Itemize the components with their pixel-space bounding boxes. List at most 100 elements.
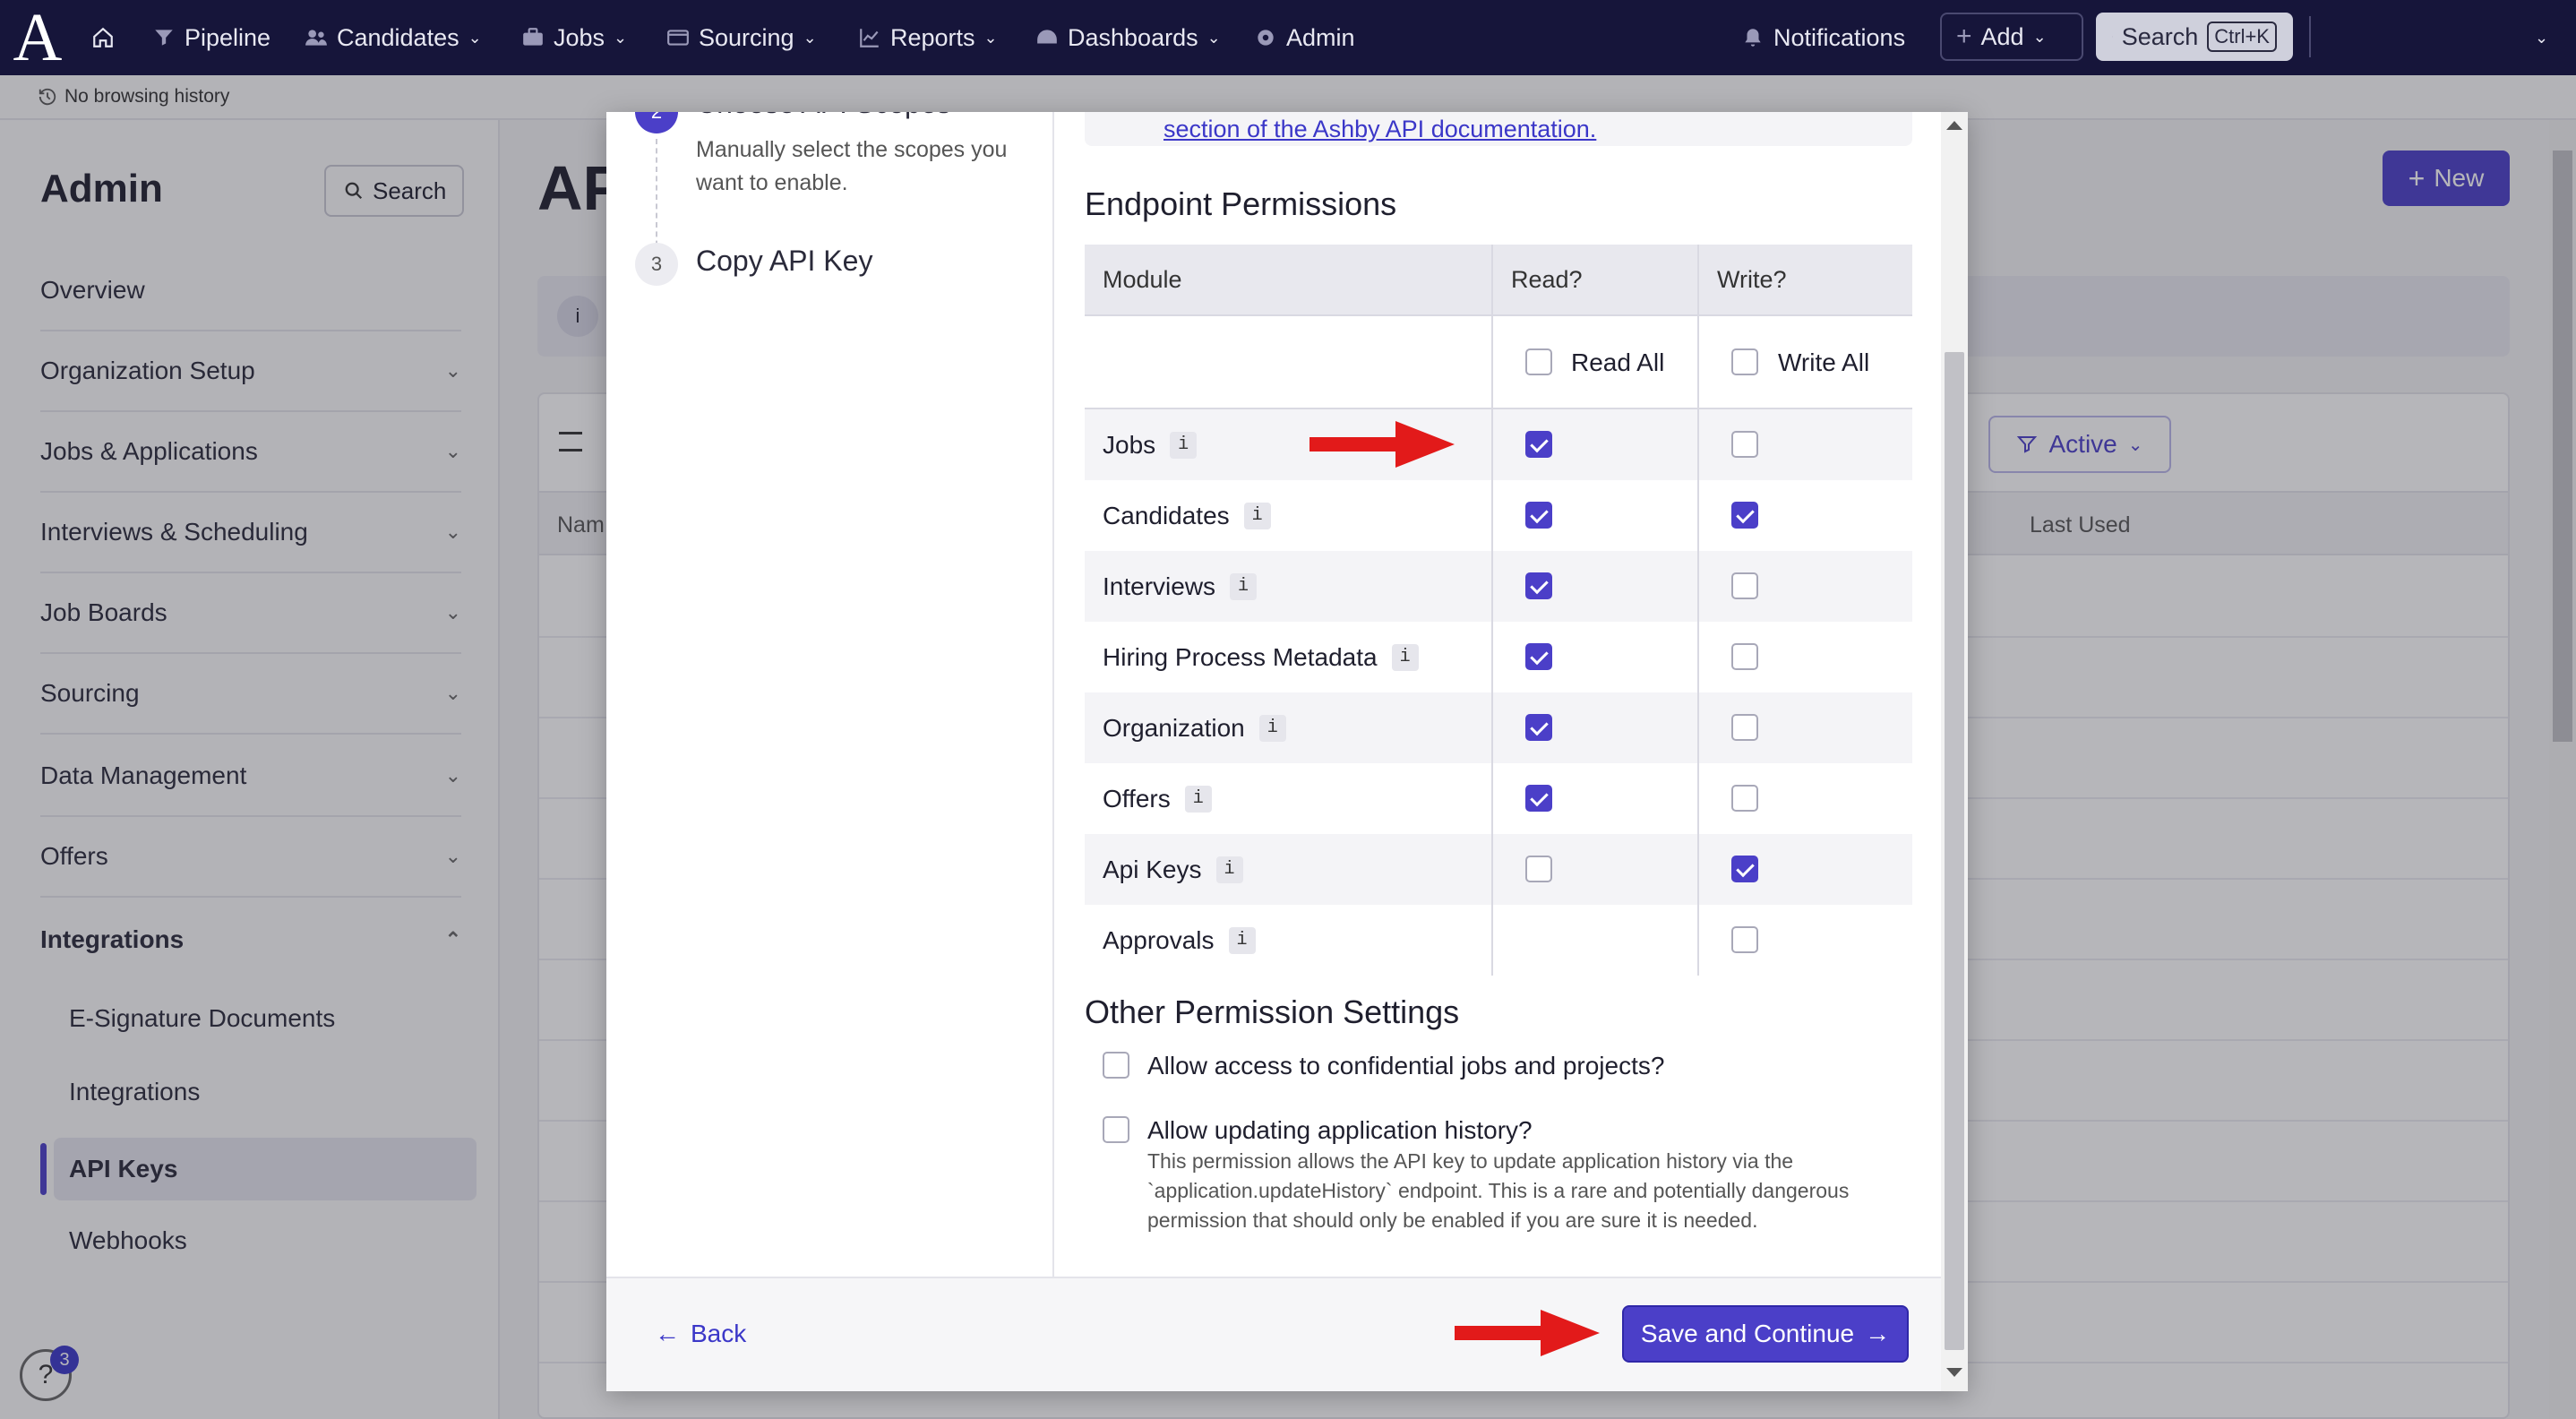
notifications-label: Notifications xyxy=(1773,23,1906,51)
back-button[interactable]: ← Back xyxy=(655,1320,746,1348)
column-divider xyxy=(1491,316,1493,408)
info-icon[interactable]: i xyxy=(1228,926,1256,954)
column-divider xyxy=(1697,692,1699,763)
permission-row-approvals: Approvals i xyxy=(1085,905,1912,976)
home-icon[interactable] xyxy=(91,20,115,56)
profile-menu-toggle[interactable]: ⌄ xyxy=(2535,20,2548,56)
bell-icon xyxy=(1745,29,1761,47)
modal-footer: ← Back Save and Continue → xyxy=(606,1277,1941,1391)
notifications-button[interactable]: Notifications xyxy=(1741,20,1905,56)
permission-row-organization: Organization i xyxy=(1085,692,1912,763)
permissions-table-header: Module Read? Write? xyxy=(1085,245,1912,316)
read-all-label: Read All xyxy=(1571,348,1665,376)
other-permissions-title: Other Permission Settings xyxy=(1085,993,1460,1030)
column-divider xyxy=(1491,834,1493,905)
read-checkbox[interactable] xyxy=(1525,856,1552,882)
save-and-continue-button[interactable]: Save and Continue → xyxy=(1622,1305,1909,1363)
write-checkbox[interactable] xyxy=(1731,785,1758,812)
add-button[interactable]: + Add ⌄ xyxy=(1940,13,2083,61)
nav-pipeline[interactable]: Pipeline xyxy=(152,20,270,56)
module-name: Api Keys xyxy=(1103,855,1202,883)
api-docs-link[interactable]: section of the Ashby API documentation. xyxy=(1163,116,1596,143)
column-divider xyxy=(1491,763,1493,834)
permission-row-offers: Offers i xyxy=(1085,763,1912,834)
module-cell: Organization i xyxy=(1103,692,1286,763)
module-name: Jobs xyxy=(1103,430,1156,459)
update-history-label: Allow updating application history? xyxy=(1147,1116,1533,1144)
info-icon[interactable]: i xyxy=(1170,431,1198,459)
permission-row-hiring-process-metadata: Hiring Process Metadata i xyxy=(1085,622,1912,692)
info-icon[interactable]: i xyxy=(1230,572,1258,600)
modal-scrollbar-thumb[interactable] xyxy=(1945,352,1964,1350)
arrow-left-icon: ← xyxy=(655,1320,680,1347)
confidential-access-label: Allow access to confidential jobs and pr… xyxy=(1147,1052,1665,1079)
info-icon[interactable]: i xyxy=(1215,856,1243,883)
gauge-icon xyxy=(1037,30,1057,44)
confidential-access-option[interactable]: Allow access to confidential jobs and pr… xyxy=(1103,1052,1664,1080)
read-checkbox[interactable] xyxy=(1525,714,1552,741)
write-checkbox[interactable] xyxy=(1731,572,1758,599)
nav-admin-label: Admin xyxy=(1286,23,1355,51)
read-checkbox[interactable] xyxy=(1525,502,1552,529)
nav-sourcing[interactable]: Sourcing ⌄ xyxy=(666,20,817,56)
nav-pipeline-label: Pipeline xyxy=(185,23,271,51)
nav-candidates[interactable]: Candidates ⌄ xyxy=(305,20,482,56)
nav-dashboards-label: Dashboards xyxy=(1068,23,1198,51)
nav-jobs[interactable]: Jobs ⌄ xyxy=(521,20,627,56)
read-checkbox[interactable] xyxy=(1525,572,1552,599)
module-name: Candidates xyxy=(1103,501,1230,529)
nav-reports-label: Reports xyxy=(890,23,975,51)
write-checkbox[interactable] xyxy=(1731,714,1758,741)
column-divider xyxy=(1491,409,1493,480)
column-divider xyxy=(1491,480,1493,551)
nav-dashboards[interactable]: Dashboards ⌄ xyxy=(1035,20,1221,56)
permission-row-api-keys: Api Keys i xyxy=(1085,834,1912,905)
write-checkbox[interactable] xyxy=(1731,643,1758,670)
write-column-header: Write? xyxy=(1717,266,1787,293)
module-column-header: Module xyxy=(1103,266,1182,293)
info-icon[interactable]: i xyxy=(1184,785,1212,813)
write-checkbox[interactable] xyxy=(1731,926,1758,953)
write-all-checkbox[interactable] xyxy=(1731,348,1758,375)
back-label: Back xyxy=(691,1320,747,1347)
column-divider xyxy=(1491,622,1493,692)
write-checkbox[interactable] xyxy=(1731,502,1758,529)
module-cell: Approvals i xyxy=(1103,905,1256,976)
scroll-up-arrow[interactable] xyxy=(1946,121,1962,130)
update-history-checkbox[interactable] xyxy=(1103,1116,1129,1143)
permission-row-candidates: Candidates i xyxy=(1085,480,1912,551)
column-divider xyxy=(1697,834,1699,905)
column-divider xyxy=(1697,409,1699,480)
info-icon[interactable]: i xyxy=(1243,502,1271,529)
ashby-logo[interactable]: A xyxy=(11,4,64,72)
confidential-access-checkbox[interactable] xyxy=(1103,1052,1129,1079)
info-icon[interactable]: i xyxy=(1258,714,1286,742)
annotation-arrow-save xyxy=(1455,1310,1600,1356)
scroll-down-arrow[interactable] xyxy=(1946,1368,1962,1377)
update-history-option[interactable]: Allow updating application history? This… xyxy=(1103,1116,1864,1235)
read-checkbox[interactable] xyxy=(1525,785,1552,812)
create-api-key-modal: 2 Choose API Scopes Manually select the … xyxy=(606,112,1968,1391)
nav-reports[interactable]: Reports ⌄ xyxy=(858,20,998,56)
arrow-right-icon: → xyxy=(1865,1320,1891,1347)
briefcase-icon xyxy=(523,28,543,46)
nav-candidates-label: Candidates xyxy=(337,23,459,51)
global-search-button[interactable]: Search Ctrl+K xyxy=(2096,13,2293,61)
filter-icon xyxy=(155,30,173,46)
read-checkbox[interactable] xyxy=(1525,643,1552,670)
permission-row-interviews: Interviews i xyxy=(1085,551,1912,622)
column-divider xyxy=(1697,480,1699,551)
step-3-indicator: 3 xyxy=(635,243,678,286)
chevron-down-icon: ⌄ xyxy=(1206,28,1221,47)
read-all-checkbox[interactable] xyxy=(1525,348,1552,375)
write-checkbox[interactable] xyxy=(1731,431,1758,458)
read-checkbox[interactable] xyxy=(1525,431,1552,458)
info-icon[interactable]: i xyxy=(1391,643,1419,671)
global-search-label: Search xyxy=(2121,22,2199,50)
write-checkbox[interactable] xyxy=(1731,856,1758,882)
nav-admin[interactable]: Admin xyxy=(1254,20,1355,56)
search-icon xyxy=(2112,36,2113,38)
module-name: Interviews xyxy=(1103,572,1216,600)
modal-scrollbar[interactable] xyxy=(1941,112,1968,1391)
column-divider xyxy=(1697,551,1699,622)
